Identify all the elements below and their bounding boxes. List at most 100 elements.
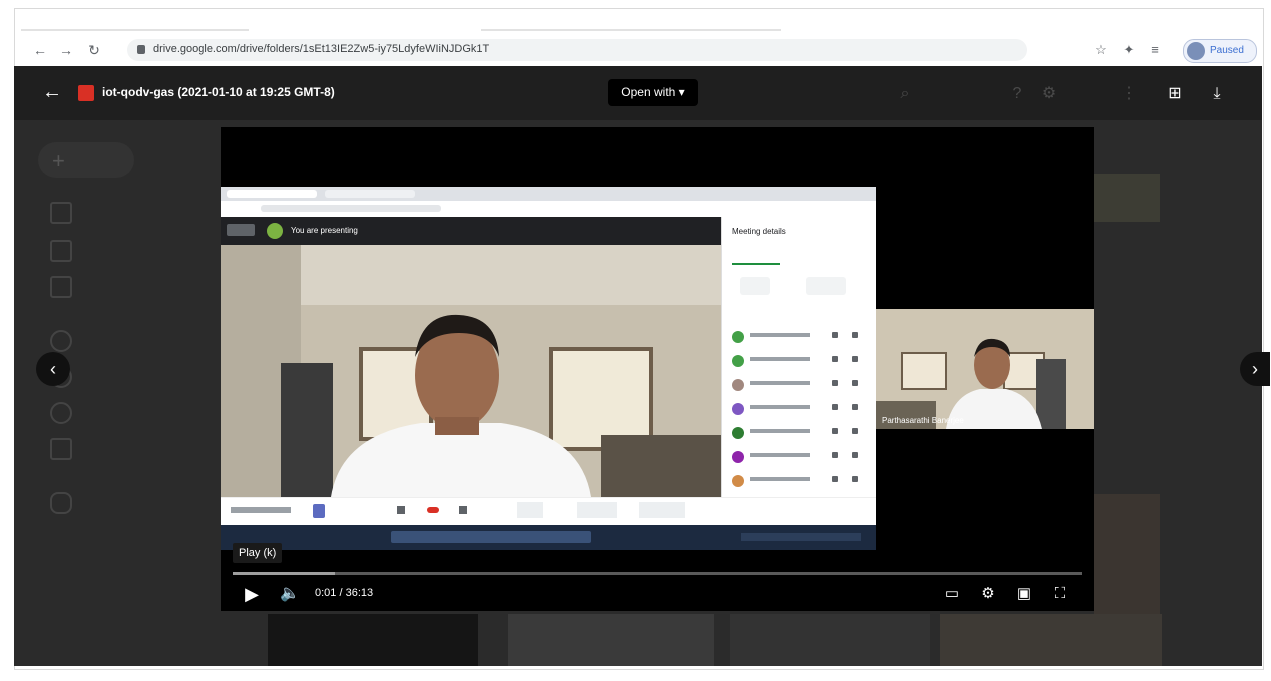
camera-panel: Parthasarathi Banerjee [876,127,1094,611]
priority-icon [50,202,72,224]
avatar [732,451,744,463]
windows-taskbar [221,525,876,550]
play-icon[interactable]: ▶ [241,583,263,605]
tab-line [21,29,249,31]
shared-tab [227,190,317,198]
file-title: iot-qodv-gas (2021-01-10 at 19:25 GMT-8) [102,85,335,99]
time-display: 0:01 / 36:13 [315,587,374,599]
camera-icon [459,506,467,514]
hangup-icon [427,507,439,513]
presenter-camera-feed [221,245,721,497]
mic-icon [832,452,838,458]
participant-name [750,357,810,361]
drive-preview-overlay: + ‹ › ← iot-qodv-gas (2021-01-10 at 19:2… [14,66,1270,666]
meeting-details-panel: Meeting details [721,217,877,497]
file-thumbnail [508,614,714,666]
present-chip [227,224,255,236]
trash-icon [50,438,72,460]
shared-screen: You are presenting Meeting details [221,187,877,550]
browser-toolbar: ← → ↻ drive.google.com/drive/folders/1sE… [15,35,1263,65]
shared-tab [325,190,415,198]
avatar [267,223,283,239]
shared-url [261,205,441,212]
shared-drives-icon [50,276,72,298]
back-arrow-icon[interactable]: ← [40,80,64,104]
captions-icon [313,504,325,518]
url-text: drive.google.com/drive/folders/1sEt13IE2… [153,43,490,55]
lock-icon [137,45,145,54]
avatar [732,355,744,367]
present-now-button [577,502,617,518]
pin-icon [852,356,858,362]
progress-bar[interactable] [233,572,1082,575]
starred-icon [50,402,72,424]
camera-name-label: Parthasarathi Banerjee [882,416,964,425]
participant-name [750,477,810,481]
help-icon: ? [1012,85,1022,102]
shared-with-me-icon [50,330,72,352]
mic-icon [397,506,405,514]
classroom-scene [221,245,721,497]
viewer-top-bar: ← iot-qodv-gas (2021-01-10 at 19:25 GMT-… [14,66,1262,120]
mic-icon [832,380,838,386]
settings-icon[interactable]: ⚙ [977,583,999,605]
video-player[interactable]: You are presenting Meeting details Parth… [221,127,1094,611]
activities-button [639,502,685,518]
forward-icon[interactable]: → [57,41,75,59]
back-icon[interactable]: ← [31,41,49,59]
open-with-button[interactable]: Open with ▾ [608,79,698,106]
my-drive-icon [50,240,72,262]
plus-icon: + [52,148,65,173]
taskbar-apps [391,531,591,543]
panel-title: Meeting details [732,227,786,236]
people-tab [732,251,780,265]
profile-button[interactable]: Paused [1183,39,1257,63]
storage-icon [50,492,72,514]
add-comment-icon[interactable]: ⊞ [1164,83,1186,105]
chat-tab [810,251,850,263]
previous-file-button[interactable]: ‹ [36,352,70,386]
extension-icon[interactable]: ✦ [1121,42,1137,58]
captions-icon[interactable]: ▭ [941,583,963,605]
add-people-chip [740,277,770,295]
file-thumbnail [940,614,1162,666]
reading-list-icon[interactable]: ≡ [1147,42,1163,58]
raise-hand-button [517,502,543,518]
participant-name [750,405,810,409]
search-icon: ⌕ [900,85,910,102]
pin-icon [852,452,858,458]
tab-line [481,29,781,31]
file-thumbnail [1094,494,1160,614]
file-thumbnail [730,614,930,666]
pin-icon [852,332,858,338]
next-file-button[interactable]: › [1240,352,1270,386]
profile-label: Paused [1210,45,1244,56]
mic-icon [832,476,838,482]
miniplayer-icon[interactable]: ▣ [1013,583,1035,605]
volume-icon[interactable]: 🔈 [279,583,301,605]
fullscreen-icon[interactable]: ⛶ [1049,583,1071,605]
tab-strip [15,9,1263,35]
participant-name [750,333,810,337]
shared-tab-strip [221,187,876,201]
meet-controls-bar [221,497,876,526]
avatar [732,427,744,439]
download-icon[interactable]: ⤓ [1206,83,1228,105]
system-tray [741,533,861,541]
meeting-details-label [231,507,291,513]
participant-name [750,453,810,457]
avatar [1187,42,1205,60]
presenter-self-view: Parthasarathi Banerjee [876,309,1094,429]
hand-raise-chip [806,277,846,295]
pin-icon [852,404,858,410]
pin-icon [852,428,858,434]
mic-icon [832,404,838,410]
mic-icon [832,332,838,338]
self-view-scene [876,309,1094,429]
apps-icon: ⋮ [1121,85,1137,102]
address-bar[interactable]: drive.google.com/drive/folders/1sEt13IE2… [127,39,1027,61]
star-icon[interactable]: ☆ [1093,42,1109,58]
reload-icon[interactable]: ↻ [85,41,103,59]
avatar [732,379,744,391]
participant-name [750,381,810,385]
